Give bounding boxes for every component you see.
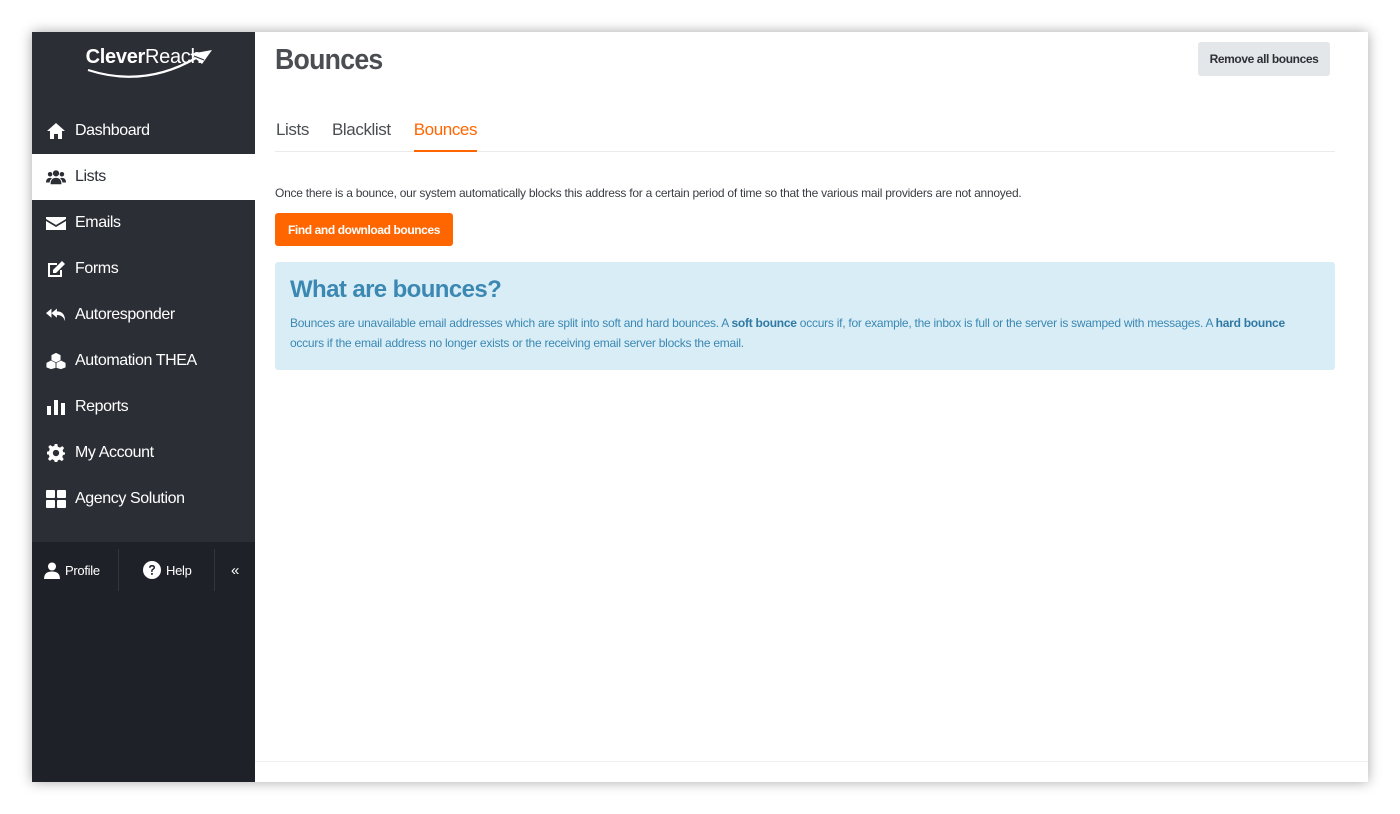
sidebar-item-label: Reports bbox=[75, 398, 129, 415]
sidebar-footer: Profile Help « bbox=[32, 542, 255, 782]
sidebar-item-agency-solution[interactable]: Agency Solution bbox=[32, 476, 255, 522]
help-button[interactable]: Help bbox=[119, 549, 215, 591]
sidebar-item-label: Agency Solution bbox=[75, 490, 185, 507]
main-content: Bounces Remove all bounces Lists Blackli… bbox=[255, 32, 1368, 782]
sidebar: CleverReach Dashboard Lists Emails Forms… bbox=[32, 32, 255, 782]
sidebar-item-label: Forms bbox=[75, 260, 119, 277]
collapse-sidebar-button[interactable]: « bbox=[215, 549, 255, 591]
edit-icon bbox=[44, 259, 68, 279]
sidebar-item-lists[interactable]: Lists bbox=[32, 154, 255, 200]
soft-bounce-term: soft bounce bbox=[731, 316, 797, 330]
tab-bounces[interactable]: Bounces bbox=[413, 104, 477, 152]
info-title: What are bounces? bbox=[290, 276, 502, 303]
sidebar-item-dashboard[interactable]: Dashboard bbox=[32, 108, 255, 154]
sidebar-item-label: My Account bbox=[75, 444, 154, 461]
grid-icon bbox=[44, 489, 68, 509]
logo-swoosh-icon bbox=[87, 50, 212, 78]
page-title: Bounces bbox=[275, 44, 383, 76]
users-icon bbox=[44, 167, 68, 187]
tab-blacklist[interactable]: Blacklist bbox=[332, 104, 391, 152]
sidebar-item-my-account[interactable]: My Account bbox=[32, 430, 255, 476]
gear-icon bbox=[44, 443, 68, 463]
tab-lists[interactable]: Lists bbox=[276, 104, 309, 152]
question-circle-icon bbox=[143, 561, 161, 579]
cubes-icon bbox=[44, 351, 68, 371]
cleverreach-logo[interactable]: CleverReach bbox=[32, 32, 255, 108]
profile-label: Profile bbox=[65, 562, 100, 578]
sidebar-item-label: Dashboard bbox=[75, 122, 150, 139]
hard-bounce-term: hard bounce bbox=[1215, 316, 1286, 330]
bar-chart-icon bbox=[44, 397, 68, 417]
sidebar-item-emails[interactable]: Emails bbox=[32, 200, 255, 246]
sidebar-nav: Dashboard Lists Emails Forms Autorespond… bbox=[32, 108, 255, 522]
sidebar-item-label: Emails bbox=[75, 214, 121, 231]
footer-divider bbox=[255, 761, 1368, 762]
double-chevron-left-icon: « bbox=[230, 561, 240, 579]
sidebar-item-forms[interactable]: Forms bbox=[32, 246, 255, 292]
sidebar-item-autoresponder[interactable]: Autoresponder bbox=[32, 292, 255, 338]
sidebar-item-label: Lists bbox=[75, 168, 106, 185]
info-box: What are bounces? Bounces are unavailabl… bbox=[275, 262, 1335, 370]
home-icon bbox=[44, 121, 68, 141]
help-label: Help bbox=[166, 562, 192, 578]
profile-button[interactable]: Profile bbox=[32, 549, 119, 591]
user-icon bbox=[44, 562, 60, 579]
info-text: Bounces are unavailable email addresses … bbox=[290, 316, 1286, 350]
intro-text: Once there is a bounce, our system autom… bbox=[275, 186, 1022, 200]
remove-all-bounces-button[interactable]: Remove all bounces bbox=[1198, 42, 1330, 76]
reply-all-icon bbox=[44, 305, 68, 325]
sidebar-item-label: Automation THEA bbox=[75, 352, 197, 369]
sidebar-item-label: Autoresponder bbox=[75, 306, 175, 323]
sidebar-item-reports[interactable]: Reports bbox=[32, 384, 255, 430]
app-window: CleverReach Dashboard Lists Emails Forms… bbox=[32, 32, 1368, 782]
find-and-download-bounces-button[interactable]: Find and download bounces bbox=[275, 213, 453, 246]
tab-bar: Lists Blacklist Bounces bbox=[275, 104, 1335, 152]
envelope-icon bbox=[44, 213, 68, 233]
sidebar-item-automation-thea[interactable]: Automation THEA bbox=[32, 338, 255, 384]
